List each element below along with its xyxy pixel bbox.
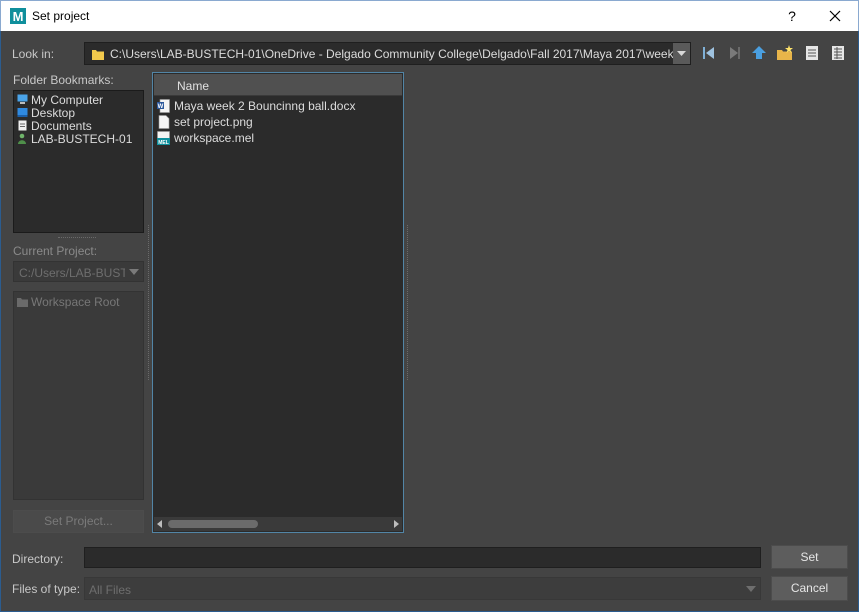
list-view-button[interactable]: [803, 44, 821, 62]
bookmarks-list[interactable]: My Computer Desktop Documents LAB-BUSTEC…: [13, 90, 144, 233]
bookmark-label: Documents: [31, 119, 92, 133]
current-project-label: Current Project:: [13, 244, 98, 258]
look-in-path: C:\Users\LAB-BUSTECH-01\OneDrive - Delga…: [110, 47, 681, 61]
word-doc-icon: W: [157, 99, 170, 113]
window-title: Set project: [32, 9, 90, 23]
help-button[interactable]: ?: [781, 5, 803, 27]
svg-text:MEL: MEL: [158, 140, 169, 145]
folder-icon: [17, 298, 28, 307]
close-button[interactable]: [823, 5, 847, 27]
set-project-button[interactable]: Set Project...: [13, 510, 144, 533]
files-of-type-combo[interactable]: All Files: [84, 577, 761, 600]
files-of-type-label: Files of type:: [12, 582, 81, 596]
files-of-type-value: All Files: [89, 583, 132, 597]
scroll-right-icon[interactable]: [394, 520, 399, 528]
back-icon: [703, 47, 714, 59]
desktop-icon: [17, 108, 28, 117]
chevron-down-icon: [677, 51, 686, 56]
bookmark-my-computer[interactable]: My Computer: [17, 93, 104, 107]
back-button[interactable]: [700, 44, 718, 62]
horizontal-scrollbar[interactable]: [154, 517, 402, 531]
bookmark-desktop[interactable]: Desktop: [17, 106, 76, 120]
name-column-header[interactable]: Name: [154, 74, 402, 96]
user-icon: [18, 133, 26, 144]
file-item-mel[interactable]: MEL workspace.mel: [157, 131, 254, 147]
documents-icon: [18, 120, 27, 131]
look-in-combo[interactable]: C:\Users\LAB-BUSTECH-01\OneDrive - Delga…: [84, 42, 691, 65]
look-in-label: Look in:: [12, 47, 55, 61]
file-icon: [158, 115, 170, 129]
file-name: workspace.mel: [174, 131, 255, 145]
svg-text:M: M: [13, 9, 24, 24]
bookmark-documents[interactable]: Documents: [17, 119, 92, 133]
file-item-docx[interactable]: W Maya week 2 Bouncinng ball.docx: [157, 99, 355, 115]
folder-bookmarks-label: Folder Bookmarks:: [13, 73, 114, 87]
svg-text:W: W: [158, 104, 164, 110]
cancel-button[interactable]: Cancel: [771, 576, 848, 601]
bookmark-label: Desktop: [31, 106, 76, 120]
detail-view-icon: [832, 46, 844, 60]
workspace-root-item: Workspace Root: [17, 295, 119, 309]
file-item-png[interactable]: set project.png: [157, 115, 253, 131]
new-folder-button[interactable]: [776, 44, 794, 62]
chevron-down-icon: [129, 269, 139, 275]
maya-app-icon: M: [10, 8, 26, 24]
new-folder-icon: [777, 45, 793, 60]
directory-input[interactable]: [84, 547, 761, 568]
chevron-down-icon: [746, 586, 756, 592]
bookmark-lab-bustech[interactable]: LAB-BUSTECH-01: [17, 132, 133, 146]
mel-file-icon: MEL: [157, 131, 170, 145]
bookmark-label: LAB-BUSTECH-01: [31, 132, 133, 146]
workspace-tree: Workspace Root: [13, 291, 144, 500]
left-splitter[interactable]: [148, 225, 150, 380]
detail-view-button[interactable]: [829, 44, 847, 62]
forward-icon: [730, 47, 740, 59]
right-splitter[interactable]: [407, 225, 409, 380]
bookmarks-splitter[interactable]: [58, 237, 96, 239]
folder-icon: [92, 50, 104, 60]
parent-folder-button[interactable]: [750, 44, 768, 62]
look-in-dropdown-arrow[interactable]: [673, 43, 690, 64]
scroll-left-icon[interactable]: [157, 520, 162, 528]
list-view-icon: [806, 46, 818, 60]
current-project-value: C:/Users/LAB-BUSTECH-01: [19, 266, 125, 280]
file-name: set project.png: [174, 115, 253, 129]
workspace-root-label: Workspace Root: [31, 295, 120, 309]
computer-icon: [17, 94, 28, 104]
current-project-combo: C:/Users/LAB-BUSTECH-01: [13, 261, 144, 282]
file-list[interactable]: Name W Maya week 2 Bouncinng ball.docx s…: [152, 72, 404, 533]
name-column-label: Name: [177, 79, 210, 93]
parent-folder-icon: [752, 46, 766, 59]
title-bar: M Set project ?: [0, 0, 859, 31]
close-icon: [829, 10, 841, 22]
scrollbar-thumb[interactable]: [168, 520, 258, 528]
directory-label: Directory:: [12, 552, 64, 566]
set-button[interactable]: Set: [771, 545, 848, 569]
forward-button[interactable]: [725, 44, 743, 62]
file-name: Maya week 2 Bouncinng ball.docx: [174, 99, 356, 113]
bookmark-label: My Computer: [31, 93, 104, 107]
